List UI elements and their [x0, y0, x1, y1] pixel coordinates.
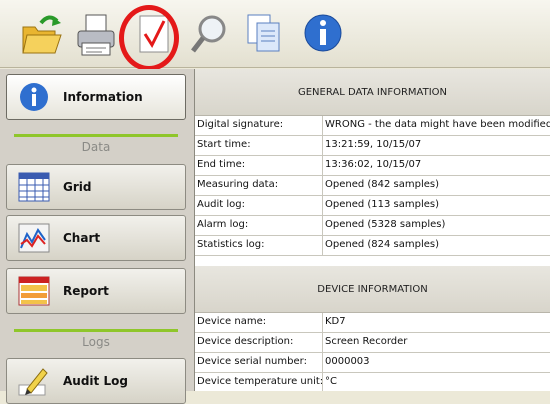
sidebar-item-audit-log[interactable]: Audit Log — [6, 358, 186, 404]
table-row: Alarm log: Opened (5328 samples) — [195, 216, 550, 236]
general-data-header: GENERAL DATA INFORMATION — [195, 69, 550, 116]
sidebar-item-label: Audit Log — [63, 374, 128, 388]
table-row: Statistics log: Opened (824 samples) — [195, 236, 550, 256]
report-icon — [17, 275, 51, 307]
table-row: Device serial number: 0000003 — [195, 353, 550, 373]
table-row: Device description: Screen Recorder — [195, 333, 550, 353]
table-row: End time: 13:36:02, 10/15/07 — [195, 156, 550, 176]
search-icon[interactable] — [188, 9, 234, 59]
sidebar-item-grid[interactable]: Grid — [6, 164, 186, 210]
sidebar-item-label: Report — [63, 284, 109, 298]
sidebar-item-report[interactable]: Report — [6, 268, 186, 314]
highlight-circle — [119, 5, 179, 71]
sidebar-item-label: Information — [63, 90, 143, 104]
section-header-logs: Logs — [6, 329, 186, 355]
section-header-data: Data — [6, 134, 186, 160]
info-panel: GENERAL DATA INFORMATION Digital signatu… — [195, 69, 550, 391]
table-row: Digital signature: WRONG - the data might… — [195, 116, 550, 136]
table-row: Device name: KD7 — [195, 313, 550, 333]
toolbar — [0, 0, 550, 71]
table-row: Device temperature unit: °C — [195, 373, 550, 391]
table-row: Start time: 13:21:59, 10/15/07 — [195, 136, 550, 156]
copy-icon[interactable] — [243, 9, 289, 59]
info-icon — [17, 81, 51, 113]
sidebar-item-label: Chart — [63, 231, 101, 245]
device-info-header: DEVICE INFORMATION — [195, 266, 550, 313]
table-row: Audit log: Opened (113 samples) — [195, 196, 550, 216]
chart-icon — [17, 222, 51, 254]
open-icon[interactable] — [19, 9, 65, 59]
table-row: Measuring data: Opened (842 samples) — [195, 176, 550, 196]
grid-icon — [17, 171, 51, 203]
sidebar-item-information[interactable]: Information — [6, 74, 186, 120]
sidebar: Information Data Grid Chart Report Logs … — [0, 69, 195, 404]
sidebar-item-label: Grid — [63, 180, 92, 194]
info-icon[interactable] — [301, 9, 347, 59]
sidebar-item-chart[interactable]: Chart — [6, 215, 186, 261]
print-icon[interactable] — [74, 9, 120, 59]
pencil-icon — [17, 365, 51, 397]
